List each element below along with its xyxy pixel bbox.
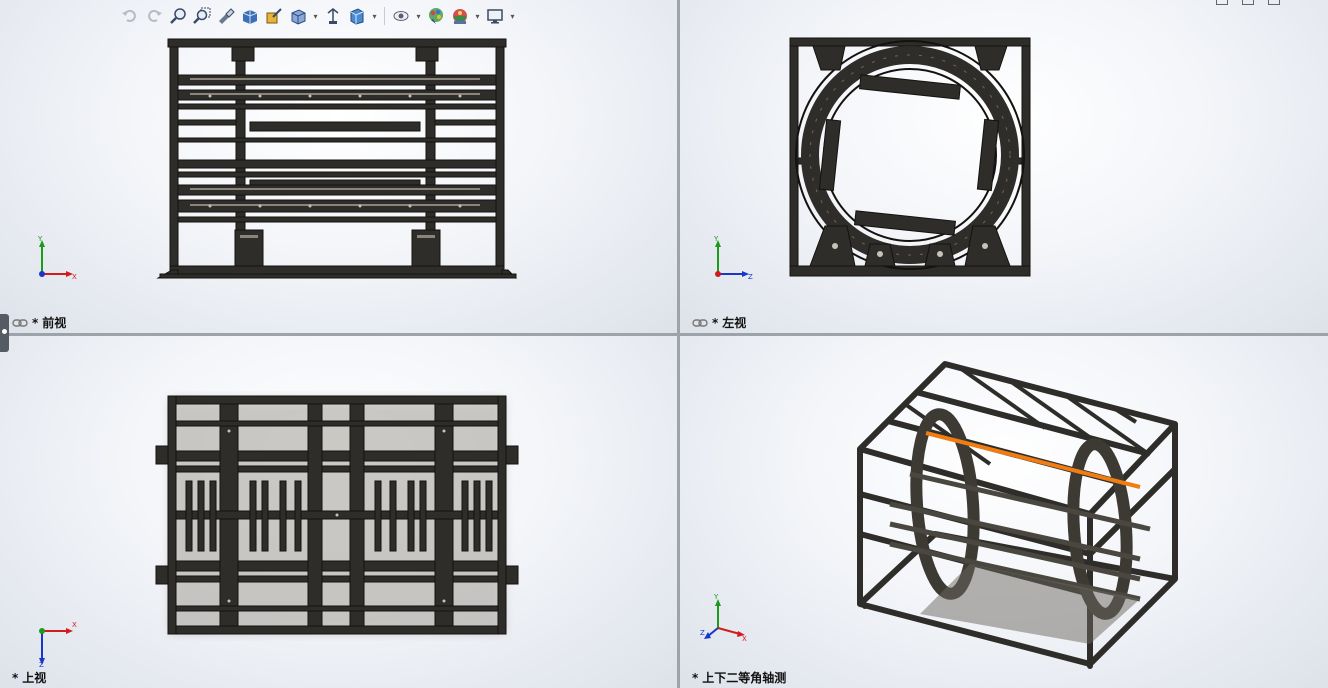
viewport-title-top: 上视 <box>22 671 47 685</box>
axis-triad-top: X Z <box>39 621 77 667</box>
viewport-title-isometric: 上下二等角轴测 <box>702 671 787 685</box>
viewport-label-top: * 上视 <box>12 669 46 686</box>
link-views-icon[interactable] <box>12 318 28 328</box>
axis-triad-isometric: Y X Z <box>700 594 747 642</box>
view-settings-icon[interactable] <box>485 6 505 26</box>
modified-marker: * <box>712 315 719 330</box>
heads-up-view-toolbar: ▾ ▾ ▾ ▾ ▾ <box>120 4 516 28</box>
svg-text:Z: Z <box>39 661 44 667</box>
left-view-model[interactable] <box>785 30 1035 280</box>
svg-text:X: X <box>742 635 747 642</box>
apply-scene-dropdown-icon[interactable]: ▾ <box>474 6 481 26</box>
modified-marker: * <box>32 315 39 330</box>
apply-scene-icon[interactable] <box>450 6 470 26</box>
display-mode-icon[interactable] <box>347 6 367 26</box>
axis-triad-left: Y Z <box>713 235 753 280</box>
section-view-icon[interactable] <box>240 6 260 26</box>
svg-text:X: X <box>72 273 77 280</box>
previous-view-icon[interactable] <box>216 6 236 26</box>
minimize-viewport-icon[interactable] <box>1216 0 1228 5</box>
hide-show-items-icon[interactable] <box>391 6 411 26</box>
zoom-to-fit-icon[interactable] <box>168 6 188 26</box>
viewport-window-controls <box>1216 0 1280 5</box>
redo-view-icon[interactable] <box>144 6 164 26</box>
top-view-model[interactable] <box>150 391 530 641</box>
modified-marker: * <box>12 670 19 685</box>
display-style-icon[interactable] <box>323 6 343 26</box>
viewport-title-front: 前视 <box>42 316 67 330</box>
svg-text:Z: Z <box>700 629 705 637</box>
front-view-model[interactable] <box>150 30 530 285</box>
tile-viewport-icon[interactable] <box>1242 0 1254 5</box>
svg-text:Y: Y <box>713 235 719 243</box>
view-settings-dropdown-icon[interactable]: ▾ <box>509 6 516 26</box>
viewport-top[interactable]: X Z * 上视 <box>0 336 677 688</box>
viewport-left[interactable]: Y Z * 左视 <box>680 0 1328 333</box>
axis-triad-front: Y X <box>37 235 77 280</box>
viewport-isometric[interactable]: Y X Z * 上下二等角轴测 <box>680 336 1328 688</box>
viewport-label-isometric: * 上下二等角轴测 <box>692 669 786 686</box>
hide-show-dropdown-icon[interactable]: ▾ <box>415 6 422 26</box>
zoom-to-area-icon[interactable] <box>192 6 212 26</box>
viewport-label-left: * 左视 <box>692 314 746 331</box>
svg-text:Y: Y <box>713 594 719 601</box>
undo-view-icon[interactable] <box>120 6 140 26</box>
svg-text:Y: Y <box>37 235 43 243</box>
dynamic-annotation-icon[interactable] <box>264 6 284 26</box>
view-orientation-icon[interactable] <box>288 6 308 26</box>
task-pane-toggle[interactable] <box>0 314 9 352</box>
link-views-icon[interactable] <box>692 318 708 328</box>
modified-marker: * <box>692 670 699 685</box>
close-viewport-icon[interactable] <box>1268 0 1280 5</box>
viewport-front[interactable]: ▾ ▾ ▾ ▾ ▾ Y X * 前视 <box>0 0 677 333</box>
viewport-label-front: * 前视 <box>12 314 66 331</box>
edit-appearance-icon[interactable] <box>426 6 446 26</box>
display-mode-dropdown-icon[interactable]: ▾ <box>371 6 378 26</box>
isometric-view-model[interactable] <box>850 354 1190 669</box>
svg-text:X: X <box>72 621 77 629</box>
toolbar-separator <box>384 7 385 25</box>
viewport-title-left: 左视 <box>722 316 747 330</box>
svg-text:Z: Z <box>748 273 753 280</box>
view-orientation-dropdown-icon[interactable]: ▾ <box>312 6 319 26</box>
